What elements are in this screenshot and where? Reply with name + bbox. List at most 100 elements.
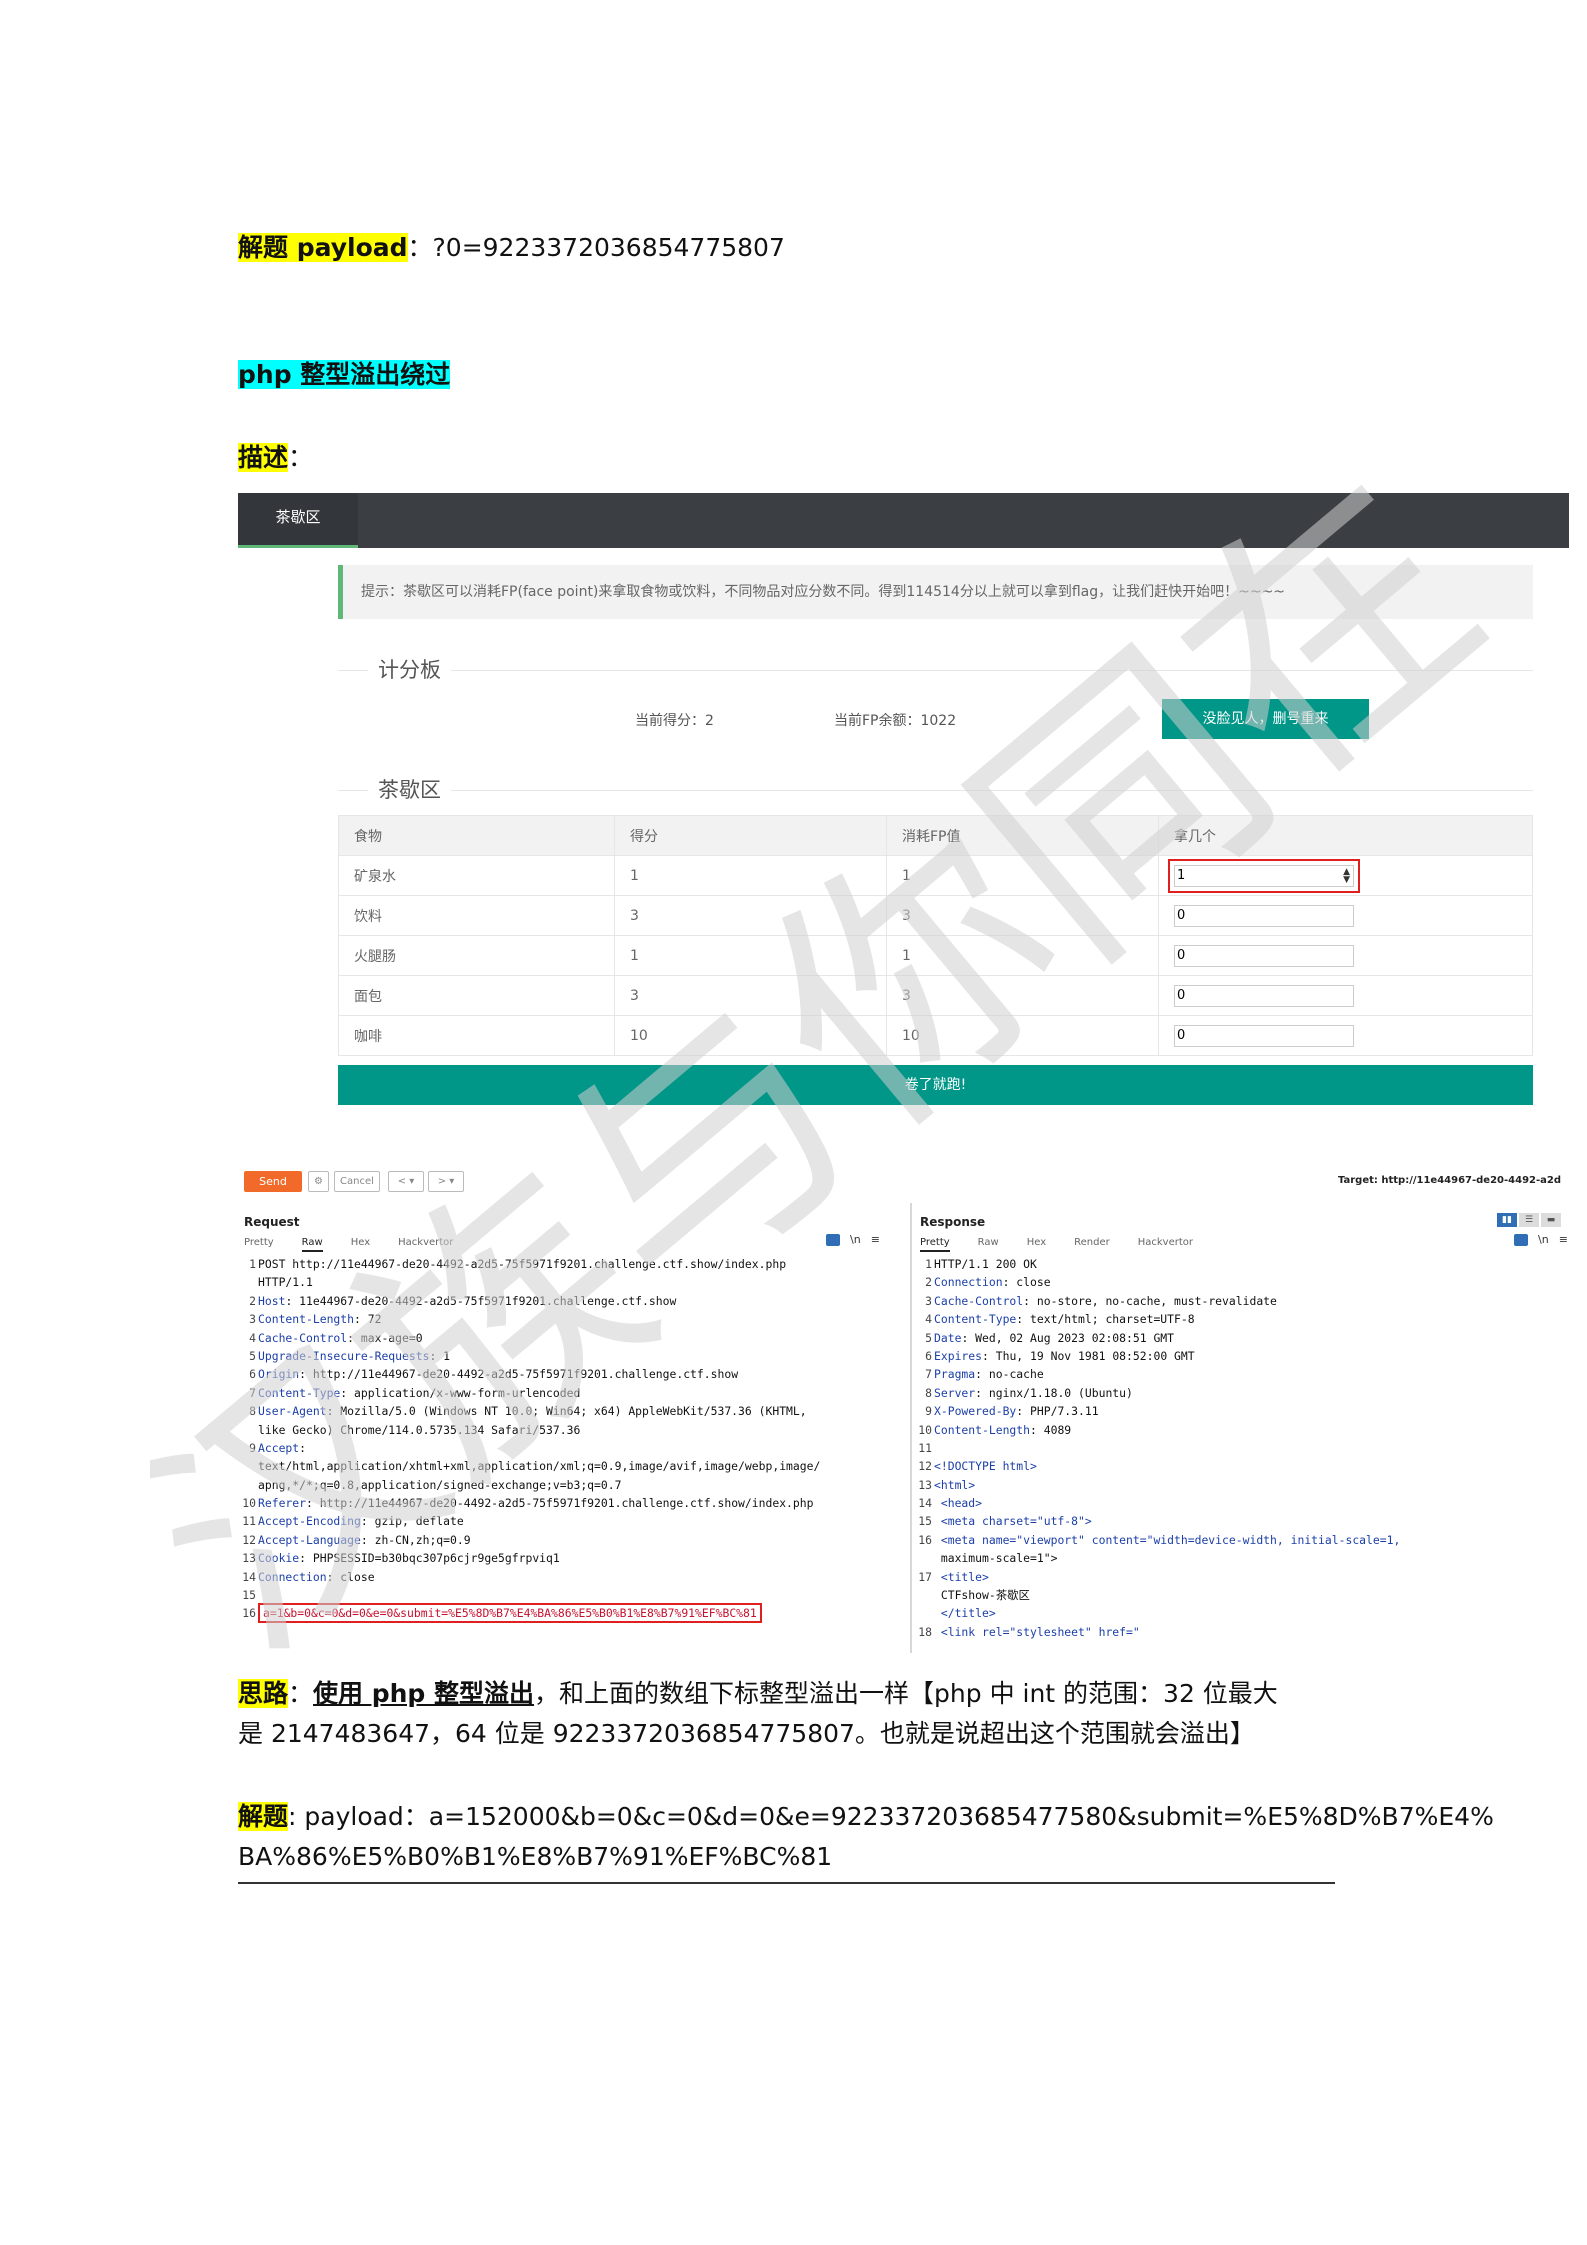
code-line: 14 <head> [914, 1494, 1569, 1512]
actions-icon[interactable] [1514, 1234, 1528, 1246]
code-line: maximum-scale=1"> [914, 1549, 1569, 1567]
payload-sep: ： [407, 233, 433, 262]
spinner-icon[interactable]: ▲ ▼ [1343, 867, 1350, 884]
header-key: Content-Length [258, 1312, 355, 1327]
gear-icon[interactable]: ⚙ [308, 1171, 329, 1192]
code-line: 13 Cookie: PHPSESSID=b30bqc307p6cjr9ge5gf… [238, 1549, 910, 1567]
qty-input[interactable] [1174, 984, 1354, 1007]
line-number: 10 [242, 1496, 256, 1511]
line-number: 12 [242, 1532, 256, 1547]
desc-sep: ： [288, 443, 314, 472]
header-key: X-Powered-By [934, 1404, 1017, 1419]
back-nav-icon[interactable]: < ▾ [388, 1171, 424, 1192]
line-number: 13 [242, 1551, 256, 1566]
code-line: 2 Connection: close [914, 1273, 1569, 1291]
line-value: : PHPSESSID=b30bqc307p6cjr9ge5gfrpviq1 [299, 1551, 560, 1566]
actions-icon[interactable] [826, 1234, 840, 1246]
cell-qty [1158, 935, 1533, 976]
code-line: 4 Cache-Control: max-age=0 [238, 1329, 910, 1347]
line-number: 3 [925, 1293, 932, 1308]
payload-value: ?0=9223372036854775807 [432, 233, 785, 262]
line-value: : 72 [354, 1312, 382, 1327]
line-number: 8 [249, 1404, 256, 1419]
line-value: POST http://11e44967-de20-4492-a2d5-75f5… [258, 1257, 787, 1271]
tab-hackvertor[interactable]: Hackvertor [398, 1237, 453, 1248]
response-editor[interactable]: 1 HTTP/1.1 200 OK 2 Connection: close 3 Cache… [914, 1255, 1569, 1641]
line-number: 1 [925, 1257, 932, 1271]
line-number: 5 [925, 1330, 932, 1345]
cell-food: 矿泉水 [338, 855, 615, 896]
submit-button[interactable]: 卷了就跑! [338, 1065, 1533, 1105]
idea-emphasis: 使用 php 整型溢出 [313, 1679, 535, 1708]
section-divider [338, 790, 1533, 791]
code-line: 10 Referer: http://11e44967-de20-4492-a2d… [238, 1494, 910, 1512]
line-number: 11 [918, 1440, 932, 1455]
tab-raw[interactable]: Raw [301, 1237, 323, 1252]
code-line: 6 Expires: Thu, 19 Nov 1981 08:52:00 GMT [914, 1347, 1569, 1365]
tab-pretty[interactable]: Pretty [920, 1237, 950, 1252]
cell-score: 10 [614, 1015, 887, 1056]
line-value: apng,*/*;q=0.8,application/signed-exchan… [258, 1477, 622, 1492]
line-value: : Thu, 19 Nov 1981 08:52:00 GMT [982, 1348, 1195, 1363]
tab-hex[interactable]: Hex [351, 1237, 370, 1248]
line-value: like Gecko) Chrome/114.0.5735.134 Safari… [258, 1422, 581, 1437]
cell-fp: 1 [886, 935, 1159, 976]
line-value: : close [1002, 1275, 1051, 1290]
cell-fp: 10 [886, 1015, 1159, 1056]
line-value: : http://11e44967-de20-4492-a2d5-75f5971… [306, 1496, 814, 1511]
tip-box: 提示：茶歇区可以消耗FP(face point)来拿取食物或饮料，不同物品对应分… [338, 565, 1533, 619]
newline-icon[interactable]: \n [850, 1233, 861, 1246]
forward-nav-icon[interactable]: > ▾ [428, 1171, 464, 1192]
request-title: Request [244, 1215, 300, 1229]
line-value: : http://11e44967-de20-4492-a2d5-75f5971… [299, 1367, 739, 1382]
reset-account-button[interactable]: 没脸见人，删号重来 [1162, 699, 1369, 739]
pane-divider[interactable] [910, 1203, 912, 1653]
request-pane: Request Pretty Raw Hex Hackvertor \n ≡ 1 POST… [238, 1203, 910, 1653]
menu-icon[interactable]: ≡ [1559, 1233, 1568, 1246]
payload-label: 解题 payload [238, 233, 408, 262]
line-value: : application/x-www-form-urlencoded [340, 1385, 581, 1400]
menu-icon[interactable]: ≡ [871, 1233, 880, 1246]
cancel-button[interactable]: Cancel [334, 1171, 380, 1192]
cell-food: 火腿肠 [338, 935, 615, 976]
line-value: : 4089 [1030, 1422, 1072, 1437]
tab-hex[interactable]: Hex [1027, 1237, 1046, 1248]
header-key: Upgrade-Insecure-Requests [258, 1348, 430, 1363]
line-number: 4 [249, 1330, 256, 1345]
code-line: 6 Origin: http://11e44967-de20-4492-a2d5-… [238, 1365, 910, 1383]
header-key: Content-Type [258, 1385, 341, 1400]
cell-qty [1158, 975, 1533, 1016]
scoreboard-divider [338, 670, 1533, 671]
code-line: 1 POST http://11e44967-de20-4492-a2d5-75f… [238, 1255, 910, 1273]
tab-raw[interactable]: Raw [978, 1237, 999, 1248]
request-editor[interactable]: 1 POST http://11e44967-de20-4492-a2d5-75f… [238, 1255, 910, 1624]
tab-render[interactable]: Render [1074, 1237, 1110, 1248]
send-button[interactable]: Send [244, 1171, 302, 1192]
section-heading-text: php 整型溢出绕过 [238, 360, 451, 389]
cell-fp: 3 [886, 975, 1159, 1016]
line-value: : Mozilla/5.0 (Windows NT 10.0; Win64; x… [326, 1404, 807, 1419]
request-tabs: Pretty Raw Hex Hackvertor [244, 1237, 481, 1252]
code-line: 3 Cache-Control: no-store, no-cache, must… [914, 1292, 1569, 1310]
scoreboard-title: 计分板 [368, 654, 451, 684]
code-line: 7 Content-Type: application/x-www-form-ur… [238, 1384, 910, 1402]
qty-input[interactable] [1174, 1024, 1354, 1047]
qty-input[interactable] [1174, 944, 1354, 967]
response-title: Response [920, 1215, 986, 1229]
bottom-rule [238, 1882, 1335, 1884]
qty-input[interactable] [1174, 864, 1354, 887]
line-value: <html> [934, 1477, 976, 1492]
line-value: CTFshow-茶歇区 [934, 1588, 1030, 1603]
line-value: <!DOCTYPE html> [934, 1459, 1037, 1474]
line-number: 7 [925, 1367, 932, 1382]
line-number: 9 [925, 1404, 932, 1419]
newline-icon[interactable]: \n [1538, 1233, 1549, 1246]
line-number: 17 [918, 1569, 932, 1584]
qty-input[interactable] [1174, 904, 1354, 927]
line-value: : gzip, deflate [360, 1514, 464, 1529]
tab-pretty[interactable]: Pretty [244, 1237, 274, 1248]
nav-tab-tea-break[interactable]: 茶歇区 [238, 493, 358, 548]
tab-hackvertor[interactable]: Hackvertor [1138, 1237, 1193, 1248]
cell-food: 面包 [338, 975, 615, 1016]
col-qty: 拿几个 [1158, 815, 1533, 856]
